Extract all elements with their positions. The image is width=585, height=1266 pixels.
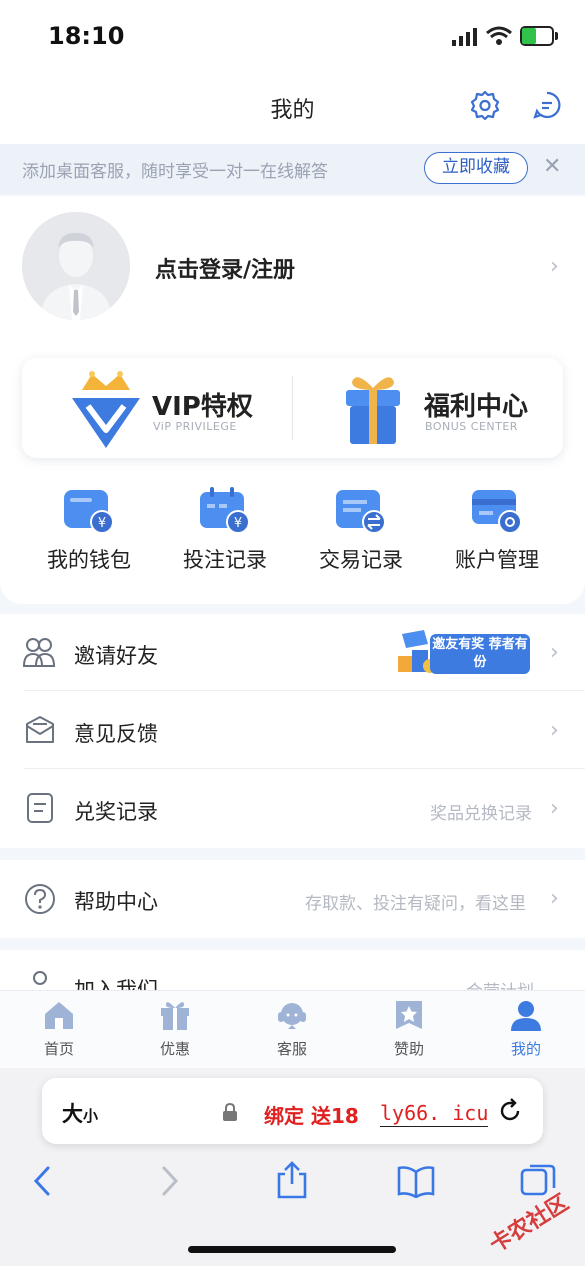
close-icon[interactable]: ✕ (543, 154, 561, 179)
forward-icon[interactable] (158, 1164, 182, 1198)
collect-button[interactable]: 立即收藏 (424, 152, 528, 184)
tab-sponsorship[interactable]: 赞助 (364, 998, 454, 1059)
feedback-icon (26, 716, 54, 743)
users-icon (22, 638, 56, 667)
share-icon[interactable] (274, 1160, 310, 1200)
gear-icon (470, 90, 500, 121)
invite-promo-badge: 邀友有奖 荐者有份 (394, 626, 534, 678)
headset-icon (278, 1003, 306, 1029)
home-indicator (188, 1246, 396, 1253)
diamond-crown-icon (72, 371, 140, 448)
quick-action-transactions[interactable]: 交易记录 (296, 486, 426, 574)
card-icon (472, 490, 522, 534)
document-icon (27, 793, 53, 823)
star-badge-icon (396, 1001, 422, 1029)
quick-action-bet-records[interactable]: ¥ 投注记录 (160, 486, 290, 574)
tab-label: 首页 (43, 1040, 74, 1058)
gift-icon (161, 1002, 189, 1030)
message-button[interactable] (530, 88, 564, 122)
login-register-link[interactable]: 点击登录/注册 (155, 252, 295, 284)
settings-button[interactable] (468, 88, 502, 122)
reload-icon[interactable] (496, 1097, 524, 1125)
menu-label: 帮助中心 (74, 890, 158, 914)
svg-text:¥: ¥ (98, 516, 106, 531)
tab-label: 优惠 (159, 1040, 190, 1058)
chevron-right-icon[interactable]: › (550, 640, 559, 665)
text-size-small: 小 (83, 1107, 99, 1125)
exchange-icon (336, 490, 386, 534)
svg-text:¥: ¥ (234, 516, 242, 531)
menu-label: 意见反馈 (74, 722, 158, 746)
quick-action-label: 投注记录 (183, 548, 267, 572)
battery-level (522, 28, 536, 44)
menu-label: 兑奖记录 (74, 800, 158, 824)
text-size-big: 大 (62, 1102, 83, 1126)
bonus-title: 福利中心 (424, 392, 529, 422)
calendar-icon: ¥ (200, 487, 250, 534)
gift-box-icon (346, 377, 400, 444)
quick-action-label: 交易记录 (319, 548, 403, 572)
home-icon (45, 1002, 73, 1029)
quick-action-account[interactable]: 账户管理 (432, 486, 562, 574)
person-icon (511, 1001, 541, 1031)
quick-action-label: 账户管理 (455, 548, 539, 572)
signal-icon (452, 28, 477, 46)
lock-icon (223, 1102, 237, 1121)
chevron-right-icon[interactable]: › (550, 254, 559, 279)
quick-action-label: 我的钱包 (47, 548, 131, 572)
tab-label: 我的 (510, 1040, 541, 1058)
tab-label: 客服 (276, 1040, 307, 1058)
back-icon[interactable] (30, 1164, 54, 1198)
tab-label: 赞助 (393, 1040, 424, 1058)
menu-note: 存取款、投注有疑问，看这里 (305, 894, 526, 914)
status-time: 18:10 (48, 22, 125, 50)
tab-mine[interactable]: 我的 (481, 998, 571, 1059)
bonus-subtitle: BONUS CENTER (425, 420, 518, 433)
vip-privilege-button[interactable] (66, 368, 146, 456)
tab-home[interactable]: 首页 (14, 998, 104, 1059)
chevron-right-icon[interactable]: › (550, 796, 559, 821)
chevron-right-icon[interactable]: › (550, 718, 559, 743)
text-size-button[interactable]: 大小 (62, 1098, 98, 1128)
avatar[interactable] (22, 212, 130, 320)
bonus-center-button[interactable] (338, 368, 408, 452)
menu-label: 邀请好友 (74, 644, 158, 668)
url-domain: ly66. icu (380, 1101, 489, 1127)
chevron-right-icon[interactable]: › (550, 886, 559, 911)
battery-tip (555, 32, 558, 40)
chat-icon (533, 91, 561, 119)
quick-action-wallet[interactable]: ¥ 我的钱包 (24, 486, 154, 574)
vip-title: VIP特权 (152, 392, 253, 422)
wifi-icon (486, 26, 512, 45)
invite-promo-text: 邀友有奖 荐者有份 (430, 634, 530, 674)
url-promo-text: 绑定 送18 (264, 1104, 359, 1128)
vip-subtitle: ViP PRIVILEGE (153, 420, 237, 433)
help-icon (25, 884, 55, 914)
vip-divider (292, 376, 293, 440)
bookmarks-icon[interactable] (396, 1164, 436, 1198)
tab-promotions[interactable]: 优惠 (130, 998, 220, 1059)
menu-note: 奖品兑换记录 (430, 804, 532, 824)
default-avatar-icon (22, 212, 130, 320)
wallet-icon: ¥ (64, 490, 114, 534)
tab-customer-service[interactable]: 客服 (247, 998, 337, 1059)
banner-text: 添加桌面客服，随时享受一对一在线解答 (22, 162, 328, 182)
